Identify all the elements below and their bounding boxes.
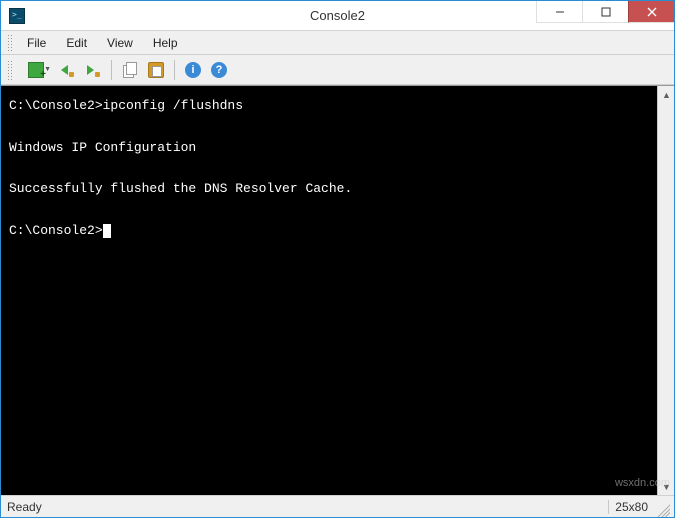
app-window: Console2 File Edit View Help ▼ [0, 0, 675, 518]
terminal[interactable]: C:\Console2>ipconfig /flushdns Windows I… [1, 86, 657, 495]
arrow-right-icon [85, 62, 101, 78]
menu-help[interactable]: Help [143, 34, 188, 52]
paste-button[interactable] [144, 58, 168, 82]
menu-edit[interactable]: Edit [56, 34, 97, 52]
menu-file[interactable]: File [17, 34, 56, 52]
minimize-button[interactable] [536, 1, 582, 23]
app-icon [9, 8, 25, 24]
close-button[interactable] [628, 1, 674, 23]
info-icon [185, 62, 201, 78]
scroll-up-icon[interactable]: ▲ [658, 86, 675, 103]
toolbar-separator [174, 60, 175, 80]
cursor-icon [103, 224, 111, 238]
maximize-button[interactable] [582, 1, 628, 23]
titlebar: Console2 [1, 1, 674, 31]
scroll-down-icon[interactable]: ▼ [658, 478, 675, 495]
resize-grip-icon[interactable] [654, 501, 670, 517]
status-dimensions: 25x80 [608, 500, 654, 514]
menubar: File Edit View Help [1, 31, 674, 55]
window-title: Console2 [310, 8, 365, 23]
toolbar-grip-icon[interactable] [7, 60, 13, 80]
window-controls [536, 1, 674, 23]
vertical-scrollbar[interactable]: ▲ ▼ [657, 86, 674, 495]
paste-icon [148, 62, 164, 78]
status-text: Ready [5, 500, 608, 514]
switch-left-button[interactable] [55, 58, 79, 82]
switch-right-button[interactable] [81, 58, 105, 82]
copy-button[interactable] [118, 58, 142, 82]
toolbar-separator [111, 60, 112, 80]
menubar-grip-icon[interactable] [7, 34, 13, 52]
new-tab-button[interactable]: ▼ [19, 58, 53, 82]
help-icon [211, 62, 227, 78]
help-button[interactable] [207, 58, 231, 82]
about-button[interactable] [181, 58, 205, 82]
terminal-area: C:\Console2>ipconfig /flushdns Windows I… [1, 85, 674, 495]
chevron-down-icon: ▼ [44, 66, 51, 73]
new-tab-icon [28, 62, 44, 78]
copy-icon [122, 62, 138, 78]
arrow-left-icon [59, 62, 75, 78]
statusbar: Ready 25x80 [1, 495, 674, 517]
toolbar: ▼ [1, 55, 674, 85]
menu-view[interactable]: View [97, 34, 143, 52]
